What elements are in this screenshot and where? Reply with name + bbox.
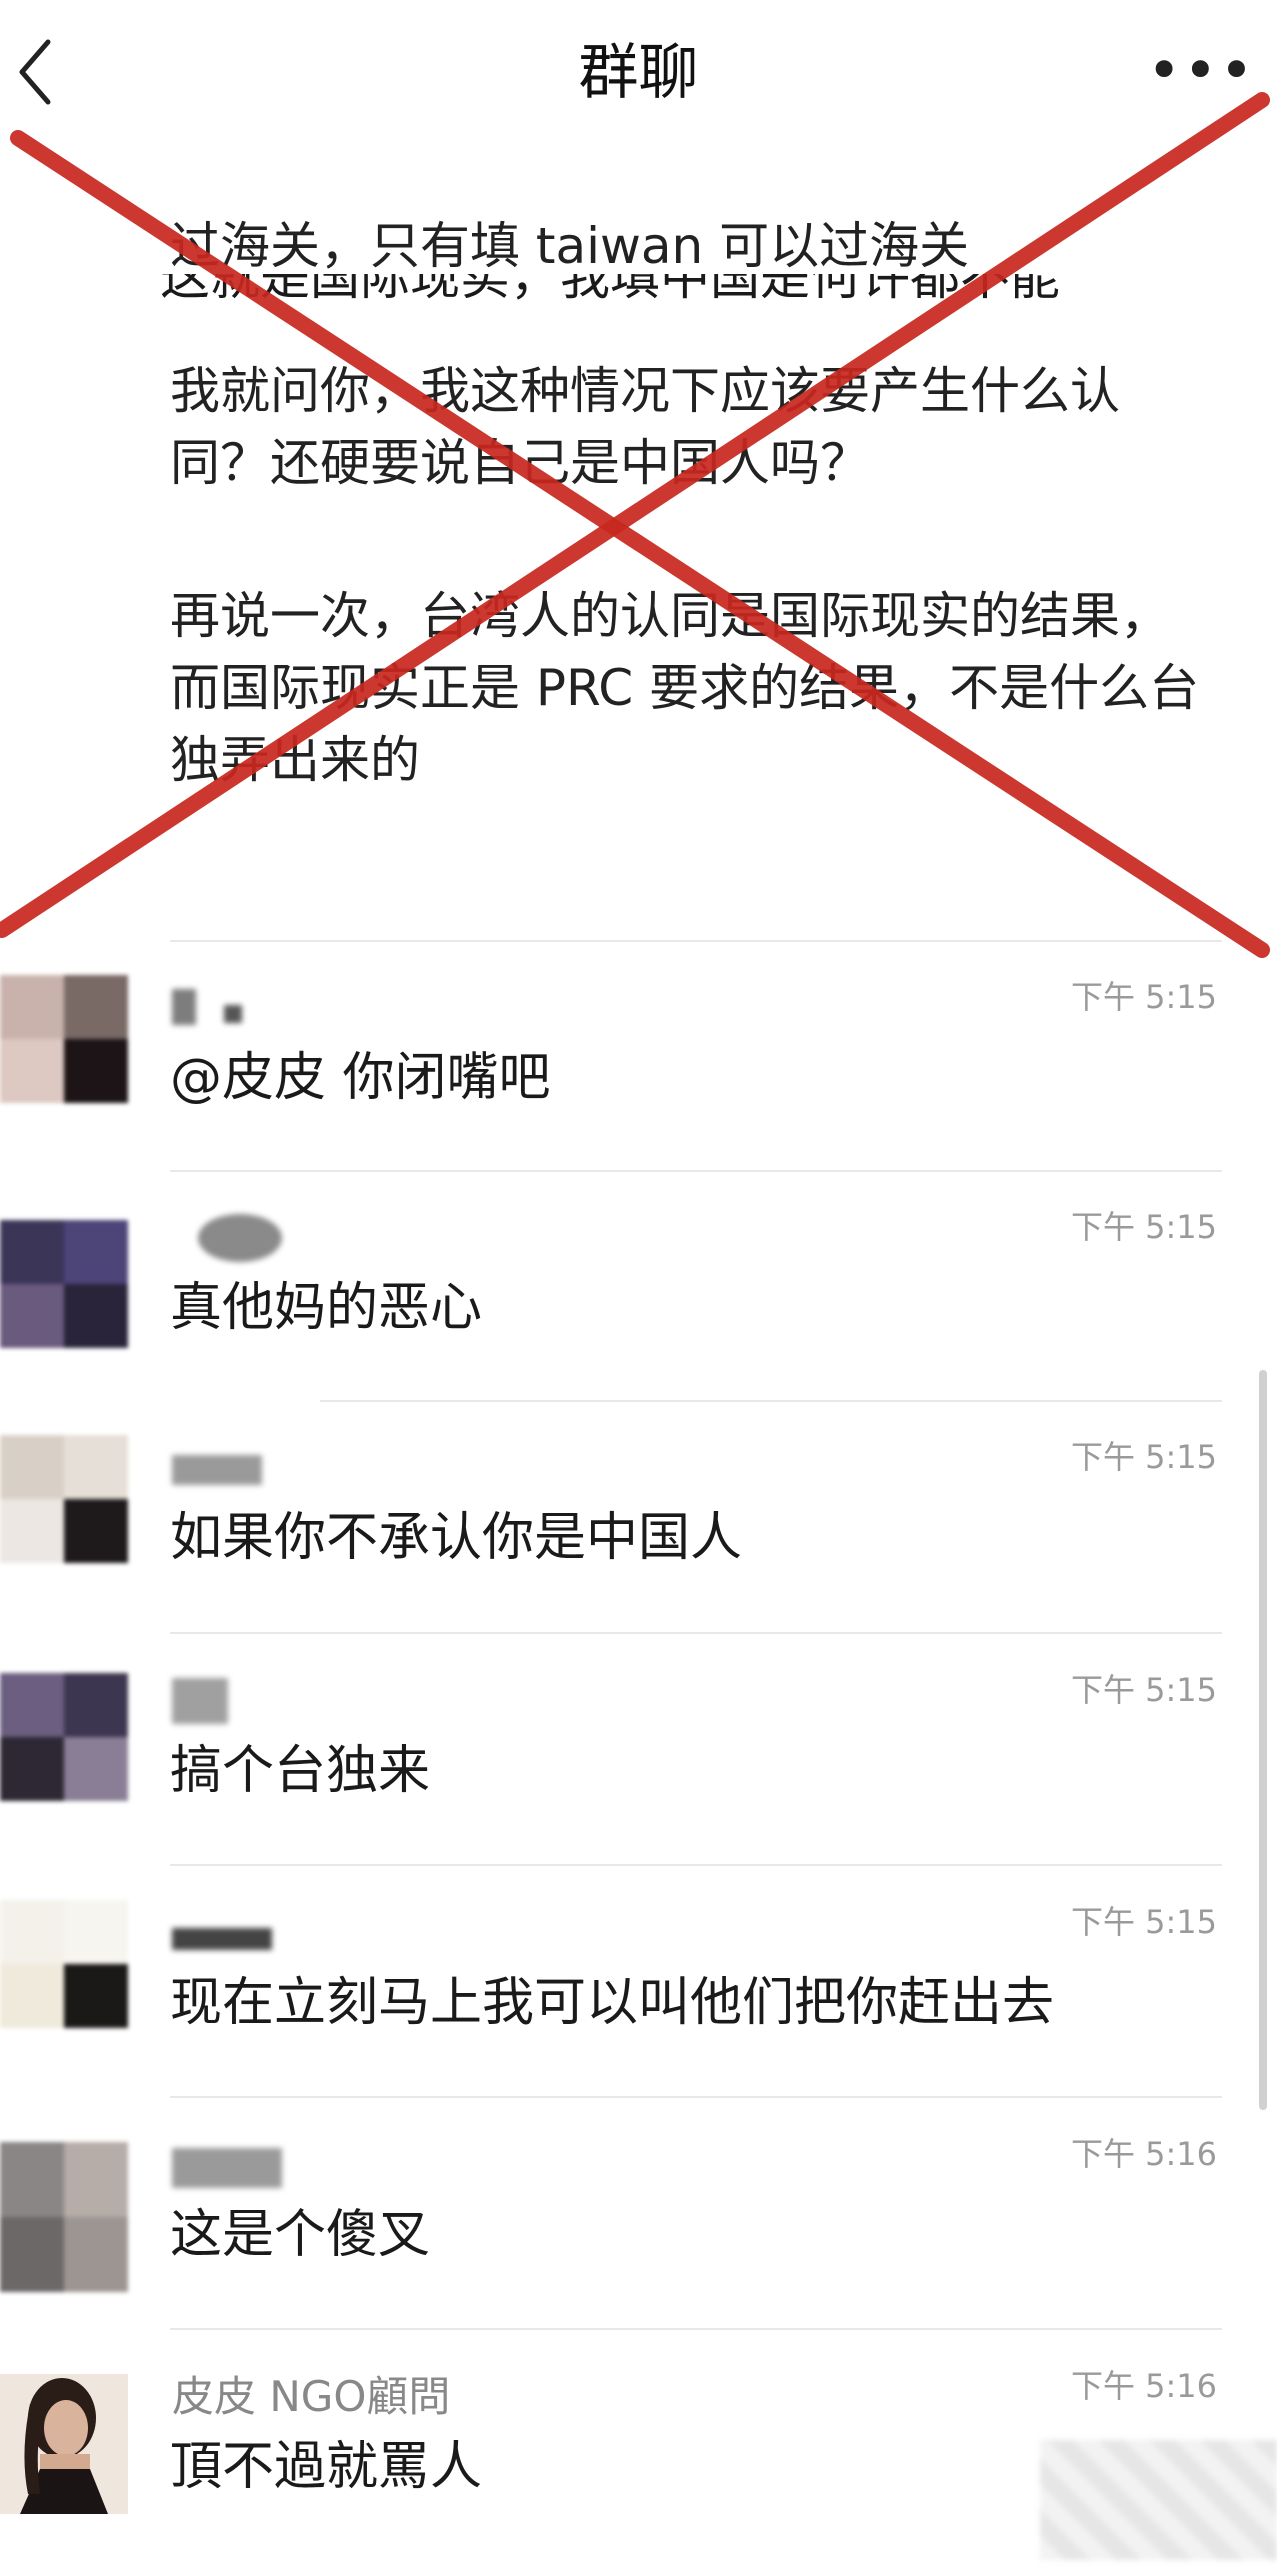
page-title: 群聊 <box>578 38 699 108</box>
message-text: 如果你不承认你是中国人 <box>170 1508 743 1568</box>
sender-name: 皮皮 NGO顧問 <box>172 2372 451 2421</box>
chat-message[interactable]: 下午 5:15 @皮皮 你闭嘴吧 <box>0 955 1277 1185</box>
message-text: @皮皮 你闭嘴吧 <box>170 1048 551 1108</box>
divider <box>170 1170 1222 1172</box>
message-time: 下午 5:15 <box>1070 978 1217 1016</box>
divider <box>170 940 1222 942</box>
sender-name-blurred <box>172 1678 242 1724</box>
avatar <box>0 2142 128 2292</box>
message-paragraph: 我就问你，我这种情况下应该要产生什么认同？还硬要说自己是中国人吗？ <box>170 362 1120 492</box>
more-options-button[interactable]: ••• <box>1147 40 1254 100</box>
avatar <box>0 1220 128 1348</box>
divider <box>170 2096 1222 2098</box>
chat-header: 群聊 ••• <box>0 0 1277 150</box>
sender-name-blurred <box>172 2142 302 2188</box>
divider <box>170 1632 1222 1634</box>
message-time: 下午 5:15 <box>1070 1671 1217 1709</box>
divider <box>170 2328 1222 2330</box>
sender-name-blurred <box>172 1445 272 1489</box>
watermark-blur <box>1040 2440 1277 2560</box>
chat-message[interactable]: 下午 5:15 搞个台独来 <box>0 1648 1277 1878</box>
scrollbar[interactable] <box>1259 1370 1267 2110</box>
chat-message[interactable]: 下午 5:15 如果你不承认你是中国人 <box>0 1415 1277 1645</box>
message-time: 下午 5:16 <box>1070 2367 1217 2405</box>
message-paragraph: 过海关，只有填 taiwan 可以过海关 <box>170 217 970 275</box>
message-text: 真他妈的恶心 <box>170 1278 483 1338</box>
message-time: 下午 5:15 <box>1070 1903 1217 1941</box>
divider <box>320 1400 1222 1402</box>
avatar <box>0 1900 128 2028</box>
sender-name-blurred <box>195 1210 295 1262</box>
avatar-photo <box>0 2374 128 2514</box>
message-text: 现在立刻马上我可以叫他们把你赶出去 <box>170 1973 1055 2033</box>
message-paragraph: 再说一次，台湾人的认同是国际现实的结果， 而国际现实正是 PRC 要求的结果，不… <box>170 587 1200 789</box>
avatar <box>0 1673 128 1801</box>
divider <box>170 1864 1222 1866</box>
avatar <box>0 1435 128 1563</box>
chat-message[interactable]: 下午 5:16 这是个傻叉 <box>0 2112 1277 2342</box>
chat-message[interactable]: 下午 5:15 现在立刻马上我可以叫他们把你赶出去 <box>0 1880 1277 2110</box>
message-text: 頂不過就罵人 <box>170 2437 483 2497</box>
message-time: 下午 5:15 <box>1070 1208 1217 1246</box>
sender-name-blurred <box>172 1910 282 1954</box>
previous-message: 这就是国际现实，我填中国是何许都不能 过海关，只有填 taiwan 可以过海关 … <box>0 150 1277 930</box>
message-text: 这是个傻叉 <box>170 2205 431 2265</box>
sender-name-blurred <box>172 985 262 1029</box>
message-text: 搞个台独来 <box>170 1741 431 1801</box>
chat-message[interactable]: 下午 5:15 真他妈的恶心 <box>0 1185 1277 1415</box>
message-time: 下午 5:16 <box>1070 2135 1217 2173</box>
avatar <box>0 975 128 1103</box>
message-time: 下午 5:15 <box>1070 1438 1217 1476</box>
